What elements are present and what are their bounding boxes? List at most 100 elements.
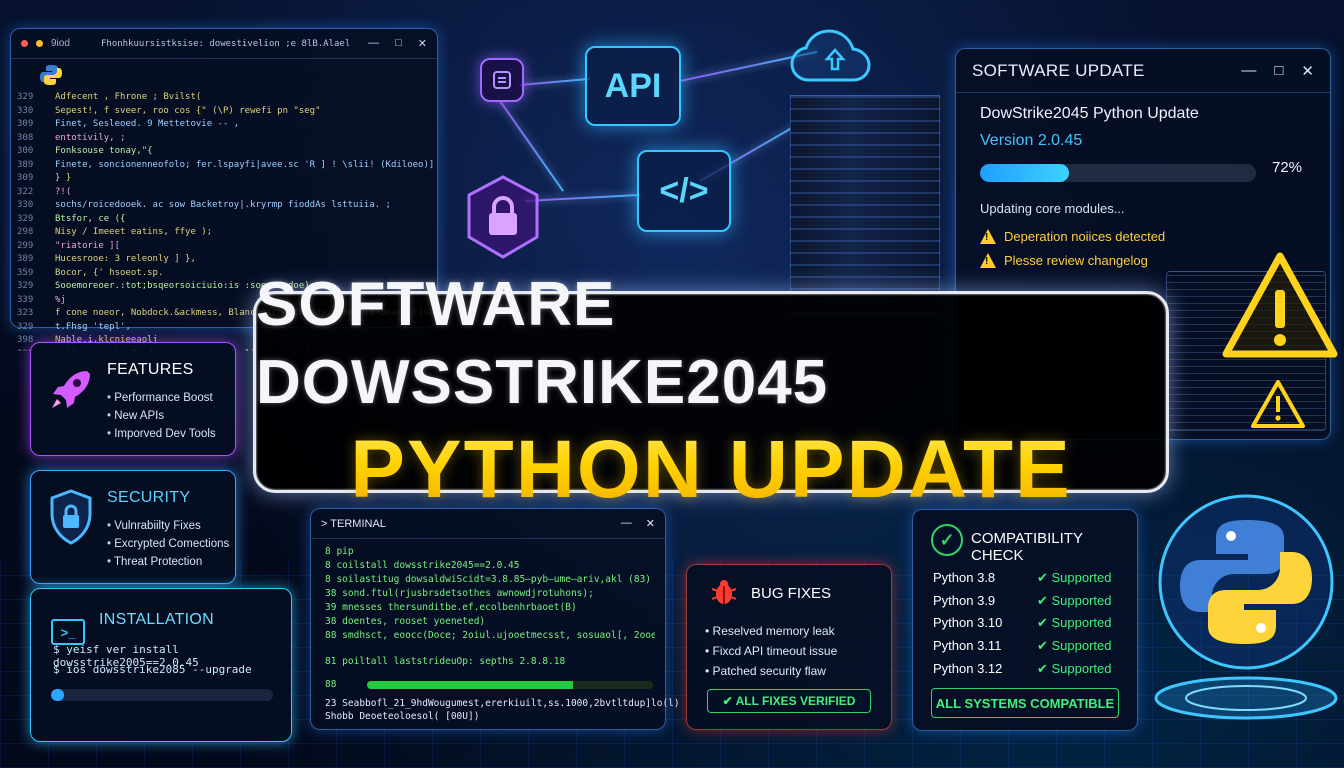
code-text: Hucesrooe: 3 releonly ] }, [55,254,196,264]
compat-row: Python 3.9 Supported [933,593,1123,609]
maximize-button[interactable]: □ [1274,62,1283,80]
bug-fixes-title: BUG FIXES [751,585,832,602]
terminal-line: 81 poiltall laststrideuOp: sepths 2.8.8.… [325,656,566,667]
close-button[interactable]: ✕ [1301,62,1314,80]
list-item: New APIs [107,407,216,425]
headline-line-2: PYTHON UPDATE [350,422,1072,518]
warning-row: Deperation noiices detected [980,229,1165,244]
list-item: Imporved Dev Tools [107,425,215,443]
python-version: Python 3.8 [933,570,996,585]
terminal-progress-bar [367,681,653,689]
minimize-button[interactable]: — [1241,62,1256,80]
terminal-icon: >_ [51,619,85,645]
line-number: 329 [17,321,34,332]
code-text: entotivily, ; [55,132,126,143]
minimize-button[interactable]: — [368,37,379,50]
python-version: Python 3.12 [933,661,1003,676]
code-line: 330 Sepest!, f sveer, roo cos {" (\P) rew… [17,105,437,119]
terminal-line: 39 mnesses thersunditbe.ef.ecolbenhrbaoe… [325,602,577,613]
compat-row: Python 3.8 Supported [933,570,1123,586]
terminal-line: 38 sond.ftul(rjusbrsdetsothes awnowdjrot… [325,588,594,599]
features-list: Performance Boost New APIs Imporved Dev … [107,389,216,443]
line-number: 329 [17,213,34,224]
list-item: Fixcd API timeout issue [705,641,838,661]
warning-icon [980,229,996,244]
update-package-name: DowStrike2045 Python Update [980,105,1199,122]
line-number: 298 [17,227,34,237]
code-line: 329 Btsfor, ce ({ [17,213,437,227]
compatibility-check-card: ✓ COMPATIBILITY CHECK Python 3.8 Supporte… [912,509,1138,731]
support-status: Supported [1037,615,1112,631]
update-status: Updating core modules... [980,201,1125,216]
line-number: 330 [17,105,34,116]
compat-row: Python 3.11 Supported [933,638,1123,654]
maximize-button[interactable]: □ [395,37,402,50]
bug-icon [709,577,739,607]
code-text: ?!( [55,186,72,197]
all-fixes-verified-badge: ✔ ALL FIXES VERIFIED [707,689,871,713]
line-number: 323 [17,308,34,318]
terminal-output[interactable]: 8 pip 8 coilstall dowsstrike2045==2.0.45 8… [325,545,680,725]
features-card: FEATURES Performance Boost New APIs Impo… [30,342,236,456]
code-text: Sepest!, f sveer, roo cos {" (\P) rewefi… [55,105,321,116]
code-text: t.Fhsg 'tepl', [55,321,131,332]
code-line: 309 } } [17,172,437,186]
code-tag-label: </> [659,171,709,210]
code-text: Fonksouse tonay,"{ [55,146,153,156]
compatibility-title: COMPATIBILITY CHECK [971,530,1083,564]
api-icon: API [585,46,681,126]
python-logo-icon [39,63,63,87]
compat-row: Python 3.12 Supported [933,661,1123,677]
install-progress-fill [51,689,65,701]
padlock-icon [465,175,541,259]
line-number: 322 [17,186,34,197]
close-dot[interactable] [21,40,28,47]
list-item: Performance Boost [107,389,216,407]
line-number: 308 [17,132,34,143]
close-button[interactable]: ✕ [418,37,427,50]
cloud-icon [785,24,885,90]
code-text: Adfecent , Fhrone ; Bvilst( [55,92,202,102]
code-text: Finet, Sesleoed. 9 Mettetovie -- , [55,119,240,129]
code-line: 330 sochs/roicedooek. ac sow Backetroy|.k… [17,199,437,213]
scene: 9iod Fhonhkuursistksise: dowestivelion ;… [0,0,1344,768]
python-version: Python 3.11 [933,638,1002,653]
python-logo-icon [1148,492,1344,722]
code-text: } } [55,173,72,183]
editor-file-label: Fhonhkuursistksise: dowestivelion ;e 8lB… [101,39,351,49]
code-text: %j [55,294,66,305]
terminal-window-controls: — ✕ [621,517,655,530]
minimize-dot[interactable] [36,40,43,47]
check-circle-icon: ✓ [931,524,963,556]
connection-line [524,193,640,202]
terminal-line: Shobb Deoeteoloesol( [00U]) [325,711,480,722]
close-button[interactable]: ✕ [646,517,655,530]
terminal-line: 8 pip [325,546,354,557]
line-number: 300 [17,146,34,156]
terminal-line: 8 soilastitug dowsaldwiScidt=3.8.85—pyb—… [325,574,652,585]
security-title: SECURITY [107,489,191,506]
terminal-progress-fill [367,681,573,689]
upgrade-command[interactable]: $ ios dowsstrike2085 --upgrade [53,663,252,676]
code-text: Bocor, {' hsoeot.sp. [55,267,164,278]
list-item: Patched security flaw [705,661,837,681]
minimize-button[interactable]: — [621,517,632,530]
terminal-line: 8 coilstall dowsstrike2045==2.0.45 [325,560,520,571]
list-item: Vulnrabiilty Fixes [107,517,229,535]
update-progress-fill [980,164,1070,182]
terminal-lines: 8 pip 8 coilstall dowsstrike2045==2.0.45 8… [325,545,655,643]
code-text: Nisy / Imeeet eatins, ffye ); [55,227,213,237]
update-progress-percent: 72% [1272,159,1303,176]
code-text: Finete, soncionenneofolo; fer.lspayfi|av… [55,159,435,170]
bug-fixes-card: BUG FIXES Reselved memory leak Fixcd API… [686,564,892,730]
support-status: Supported [1037,638,1112,654]
python-version: Python 3.10 [933,615,1003,630]
terminal-titlebar: > TERMINAL — ✕ [311,509,665,539]
shield-lock-icon [49,489,93,545]
code-text: "riatorie ][ [55,240,121,251]
features-title: FEATURES [107,361,194,378]
chip-icon [480,58,524,102]
editor-tab-label[interactable]: 9iod [51,38,70,49]
line-number: 389 [17,254,34,264]
terminal-line: 38 doentes, rooset yoeneted) [325,616,486,627]
